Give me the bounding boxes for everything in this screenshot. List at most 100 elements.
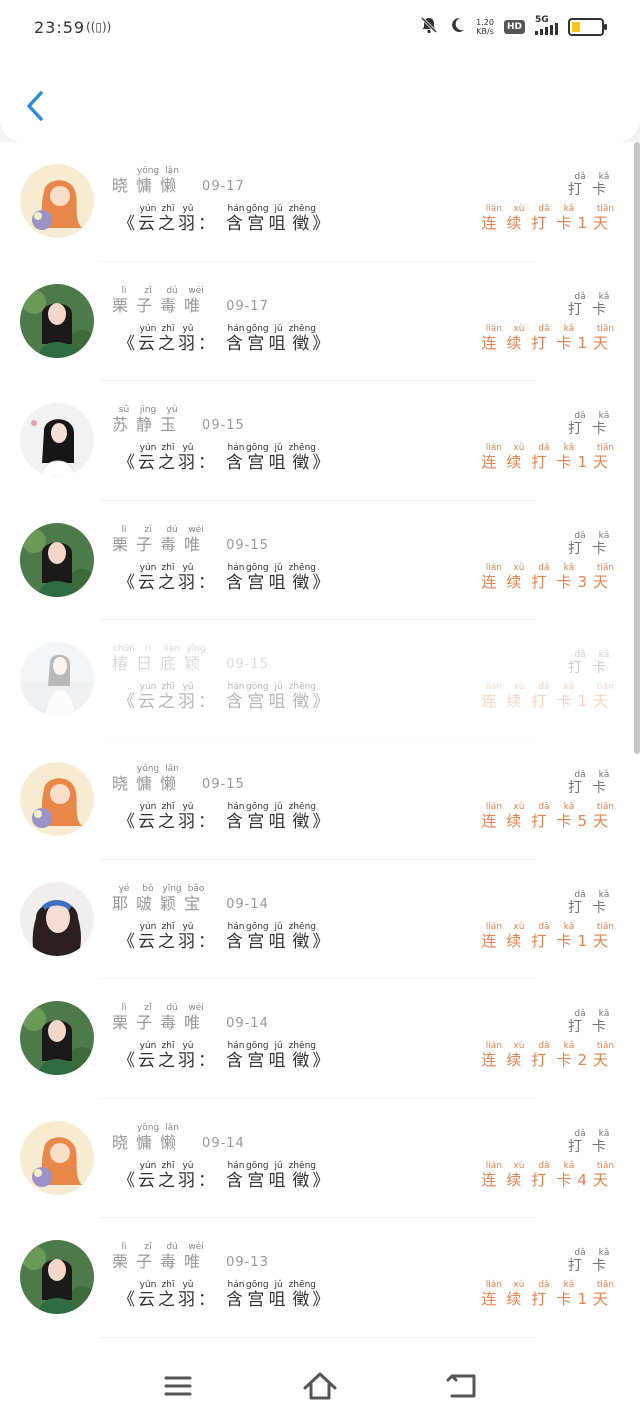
top-header: 23:59 ((▯)) 1.20 KB/s HD 5G	[0, 0, 640, 142]
hd-badge: HD	[503, 20, 525, 34]
user-name: 晓慵yōng懒lǎn	[112, 1122, 185, 1152]
user-name: 栗lì子zǐ毒dú唯wéi	[112, 524, 209, 554]
book-title: 《云yún之zhī羽yǔ： 含hán宫gōng咀jǔ徵zhēng》	[118, 562, 333, 593]
list-item[interactable]: 椿chūn日rì底liàn颖yǐng 09-15 《云yún之zhī羽yǔ： 含h…	[0, 620, 640, 740]
streak-label: 连lián续xù打dǎ卡kǎ1 天tiān	[481, 323, 618, 352]
book-title: 《云yún之zhī羽yǔ： 含hán宫gōng咀jǔ徵zhēng》	[118, 921, 333, 952]
punch-in-button[interactable]: 打dǎ卡kǎ	[568, 1248, 616, 1275]
punch-in-button[interactable]: 打dǎ卡kǎ	[568, 650, 616, 677]
list-item[interactable]: 晓慵yōng懒lǎn 09-17 《云yún之zhī羽yǔ： 含hán宫gōng咀…	[0, 142, 640, 262]
streak-count: 1	[577, 692, 587, 711]
streak-label: 连lián续xù打dǎ卡kǎ1 天tiān	[481, 1280, 618, 1309]
avatar[interactable]	[20, 1001, 94, 1076]
status-time: 23:59	[34, 18, 86, 37]
avatar[interactable]	[20, 164, 94, 238]
avatar[interactable]	[20, 522, 94, 597]
checkin-date: 09-14	[226, 896, 269, 912]
user-name: 栗lì子zǐ毒dú唯wéi	[112, 285, 209, 315]
book-title: 《云yún之zhī羽yǔ： 含hán宫gōng咀jǔ徵zhēng》	[118, 1280, 333, 1311]
avatar[interactable]	[20, 761, 94, 836]
user-name: 栗lì子zǐ毒dú唯wéi	[112, 1242, 209, 1272]
streak-count: 1	[577, 333, 587, 352]
streak-count: 1	[577, 931, 587, 950]
user-info: 栗lì子zǐ毒dú唯wéi 09-14	[112, 1003, 269, 1033]
avatar[interactable]	[20, 1120, 94, 1195]
list-item[interactable]: 栗lì子zǐ毒dú唯wéi 09-13 《云yún之zhī羽yǔ： 含hán宫gō…	[0, 1218, 640, 1338]
checkin-date: 09-17	[226, 298, 269, 314]
checkin-date: 09-14	[202, 1135, 245, 1151]
book-title: 《云yún之zhī羽yǔ： 含hán宫gōng咀jǔ徵zhēng》	[118, 1041, 333, 1072]
home-icon[interactable]	[300, 1366, 340, 1406]
punch-in-button[interactable]: 打dǎ卡kǎ	[568, 292, 616, 319]
scrollbar[interactable]	[634, 142, 640, 754]
return-icon[interactable]	[442, 1366, 482, 1406]
streak-label: 连lián续xù打dǎ卡kǎ2 天tiān	[481, 1041, 618, 1070]
user-info: 晓慵yōng懒lǎn 09-15	[112, 764, 245, 794]
checkin-date: 09-15	[202, 776, 245, 792]
user-name: 耶yé啵bō颖yǐng宝bǎo	[112, 883, 209, 913]
streak-count: 5	[577, 811, 587, 830]
battery-icon	[568, 18, 607, 36]
streak-label: 连lián续xù打dǎ卡kǎ1 天tiān	[481, 443, 618, 472]
checkin-date: 09-14	[226, 1016, 269, 1032]
punch-in-button[interactable]: 打dǎ卡kǎ	[568, 1129, 616, 1156]
streak-label: 连lián续xù打dǎ卡kǎ1 天tiān	[481, 921, 618, 950]
punch-in-button[interactable]: 打dǎ卡kǎ	[568, 172, 616, 199]
user-info: 栗lì子zǐ毒dú唯wéi 09-13	[112, 1242, 269, 1272]
checkin-date: 09-17	[202, 179, 245, 194]
user-name: 苏sū静jìng玉yù	[112, 405, 185, 435]
mute-bell-icon	[420, 16, 438, 38]
list-item[interactable]: 苏sū静jìng玉yù 09-15 《云yún之zhī羽yǔ： 含hán宫gōng…	[0, 381, 640, 501]
streak-count: 1	[577, 1290, 587, 1309]
book-title: 《云yún之zhī羽yǔ： 含hán宫gōng咀jǔ徵zhēng》	[118, 204, 333, 234]
streak-label: 连lián续xù打dǎ卡kǎ3 天tiān	[481, 562, 618, 591]
streak-label: 连lián续xù打dǎ卡kǎ1 天tiān	[481, 204, 618, 232]
streak-count: 1	[577, 214, 587, 232]
list-item[interactable]: 栗lì子zǐ毒dú唯wéi 09-17 《云yún之zhī羽yǔ： 含hán宫gō…	[0, 262, 640, 382]
user-info: 晓慵yōng懒lǎn 09-17	[112, 166, 245, 196]
book-title: 《云yún之zhī羽yǔ： 含hán宫gōng咀jǔ徵zhēng》	[118, 443, 333, 474]
back-button[interactable]	[18, 86, 54, 126]
book-title: 《云yún之zhī羽yǔ： 含hán宫gōng咀jǔ徵zhēng》	[118, 801, 333, 832]
list-item[interactable]: 耶yé啵bō颖yǐng宝bǎo 09-14 《云yún之zhī羽yǔ： 含hán宫…	[0, 860, 640, 980]
streak-count: 4	[577, 1170, 587, 1189]
avatar[interactable]	[20, 283, 94, 358]
user-info: 椿chūn日rì底liàn颖yǐng 09-15	[112, 644, 269, 674]
status-bar: 23:59 ((▯)) 1.20 KB/s HD 5G	[0, 0, 640, 60]
book-title: 《云yún之zhī羽yǔ： 含hán宫gōng咀jǔ徵zhēng》	[118, 682, 333, 713]
streak-label: 连lián续xù打dǎ卡kǎ5 天tiān	[481, 801, 618, 830]
punch-in-button[interactable]: 打dǎ卡kǎ	[568, 770, 616, 797]
list-item[interactable]: 栗lì子zǐ毒dú唯wéi 09-15 《云yún之zhī羽yǔ： 含hán宫gō…	[0, 501, 640, 621]
streak-label: 连lián续xù打dǎ卡kǎ1 天tiān	[481, 682, 618, 711]
avatar[interactable]	[20, 403, 94, 478]
list-item[interactable]: 晓慵yōng懒lǎn 09-15 《云yún之zhī羽yǔ： 含hán宫gōng咀…	[0, 740, 640, 860]
user-name: 晓慵yōng懒lǎn	[112, 166, 185, 195]
user-info: 栗lì子zǐ毒dú唯wéi 09-15	[112, 525, 269, 555]
punch-in-button[interactable]: 打dǎ卡kǎ	[568, 1009, 616, 1036]
avatar[interactable]	[20, 642, 94, 717]
signal-icon: 5G	[535, 15, 558, 35]
list-item[interactable]: 栗lì子zǐ毒dú唯wéi 09-14 《云yún之zhī羽yǔ： 含hán宫gō…	[0, 979, 640, 1099]
avatar[interactable]	[20, 1240, 94, 1315]
checkin-date: 09-15	[226, 657, 269, 673]
user-name: 栗lì子zǐ毒dú唯wéi	[112, 1003, 209, 1033]
net-speed: 1.20 KB/s	[476, 18, 494, 36]
book-title: 《云yún之zhī羽yǔ： 含hán宫gōng咀jǔ徵zhēng》	[118, 1160, 333, 1191]
status-icons: 1.20 KB/s HD 5G	[420, 15, 607, 38]
punch-in-button[interactable]: 打dǎ卡kǎ	[568, 531, 616, 558]
streak-count: 2	[577, 1051, 587, 1070]
user-info: 晓慵yōng懒lǎn 09-14	[112, 1123, 245, 1153]
punch-in-button[interactable]: 打dǎ卡kǎ	[568, 411, 616, 438]
moon-icon	[448, 16, 466, 38]
checkin-list[interactable]: 晓慵yōng懒lǎn 09-17 《云yún之zhī羽yǔ： 含hán宫gōng咀…	[0, 142, 640, 1338]
checkin-date: 09-15	[202, 418, 245, 434]
book-title: 《云yún之zhī羽yǔ： 含hán宫gōng咀jǔ徵zhēng》	[118, 323, 333, 354]
user-name: 晓慵yōng懒lǎn	[112, 763, 185, 793]
user-info: 耶yé啵bō颖yǐng宝bǎo 09-14	[112, 884, 269, 914]
list-item[interactable]: 晓慵yōng懒lǎn 09-14 《云yún之zhī羽yǔ： 含hán宫gōng咀…	[0, 1099, 640, 1219]
avatar[interactable]	[20, 881, 94, 956]
vibrate-icon: ((▯))	[86, 20, 112, 34]
user-name: 椿chūn日rì底liàn颖yǐng	[112, 644, 209, 674]
menu-icon[interactable]	[158, 1366, 198, 1406]
punch-in-button[interactable]: 打dǎ卡kǎ	[568, 890, 616, 917]
